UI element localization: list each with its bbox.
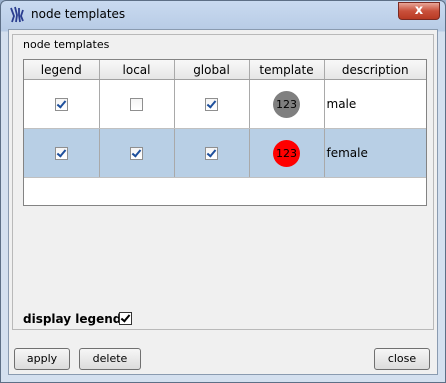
template-node[interactable]: 123 xyxy=(273,139,300,167)
global-checkbox[interactable] xyxy=(205,147,218,160)
table-row[interactable]: 123 female xyxy=(24,128,426,178)
group-label: node templates xyxy=(22,38,111,51)
dialog-window: node templates x node templates legend l… xyxy=(0,0,446,383)
window-title: node templates xyxy=(31,7,126,21)
app-logo-icon xyxy=(10,6,24,23)
column-header-template[interactable]: template xyxy=(249,60,325,80)
display-legend-label: display legend xyxy=(23,312,122,326)
local-checkbox[interactable] xyxy=(130,147,143,160)
title-bar[interactable]: node templates x xyxy=(1,1,445,29)
table-row[interactable]: 123 male xyxy=(24,79,426,129)
display-legend-checkbox[interactable] xyxy=(119,312,132,325)
close-button[interactable]: close xyxy=(374,348,430,370)
close-icon: x xyxy=(414,3,424,18)
legend-checkbox[interactable] xyxy=(54,147,68,160)
column-header-legend[interactable]: legend xyxy=(24,60,100,80)
templates-table: legend local global template description xyxy=(23,59,427,206)
node-templates-group: node templates legend local global templ… xyxy=(12,34,434,330)
table-header: legend local global template description xyxy=(24,60,426,80)
dialog-content: node templates legend local global templ… xyxy=(8,29,438,375)
legend-checkbox[interactable] xyxy=(54,98,68,111)
template-node[interactable]: 123 xyxy=(273,90,300,118)
column-header-local[interactable]: local xyxy=(99,60,175,80)
local-checkbox[interactable] xyxy=(130,98,143,111)
column-header-global[interactable]: global xyxy=(174,60,250,80)
description-cell[interactable]: female xyxy=(324,128,426,178)
window-close-button[interactable]: x xyxy=(398,2,440,20)
global-checkbox[interactable] xyxy=(205,98,218,111)
description-cell[interactable]: male xyxy=(324,79,426,129)
apply-button[interactable]: apply xyxy=(14,348,70,370)
column-header-description[interactable]: description xyxy=(324,60,426,80)
delete-button[interactable]: delete xyxy=(79,348,141,370)
